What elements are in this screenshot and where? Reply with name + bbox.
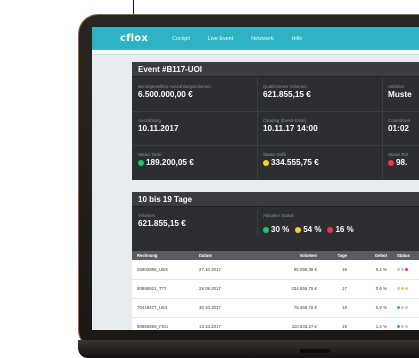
green-status-dot-icon [263,226,269,233]
green-status-dot-icon [138,159,144,166]
cell-datum: 30.10.2017 [194,298,254,318]
background-line [133,0,134,14]
field-value: 10.11.2017 [138,124,179,133]
red-status-dot-icon [388,159,394,166]
status-distribution: 30 % 54 % 16 % [263,219,354,237]
field-value: 334.555,75 € [271,158,319,167]
field-value: 189.200,05 € [146,158,194,167]
field-value: 01:02 [388,124,409,133]
status-dot-icon [405,287,408,290]
table-header-row: Rechnung Datum Volumen Tage Gebot Status [132,251,419,260]
cell-rechnung: 00803856_UBX [132,260,194,280]
laptop-notch [300,349,330,353]
cell-gebot: 0,6 % [352,279,392,299]
column-divider [257,77,258,180]
cell-datum: 29.09.2017 [194,279,254,299]
countdown-field: Countdown 01:02 [388,118,410,134]
status-dot-icon [397,306,400,309]
field-value: Muste [388,90,412,99]
event-card-title: Event #B117-UOI [132,62,419,77]
cell-volumen: 78.366,78 € [254,298,322,318]
field-value: 98. [396,158,408,167]
status-dot-icon [397,267,400,271]
qualifiziertes-volumen-field: Qualifiziertes Volumen 621.855,15 € [263,84,311,100]
column-divider [257,207,258,236]
cell-datum: 27.10.2017 [194,260,254,280]
cell-volumen: 110.833,27 € [254,317,322,330]
yellow-status-dot-icon [263,159,269,166]
anbieter-field: Anbieter Muste [388,84,412,100]
table-row[interactable]: 00803856_UBX 27.10.2017 98.099,35 € 16 0… [132,260,419,280]
status-dot-icon [405,267,408,271]
cell-rechnung: 80990621_T77 [132,279,194,299]
column-header-datum[interactable]: Datum [194,251,254,260]
column-header-tage[interactable]: Tage [322,251,352,260]
status-gruen-field: Status Grün 189.200,05 € [138,152,194,168]
status-dot-icon [401,325,404,328]
table-row[interactable]: 80990621_T77 29.09.2017 334.555,75 € 17 … [132,279,419,299]
status-dot-icon [397,325,400,328]
field-value: 621.855,15 € [263,90,311,99]
cell-volumen: 98.099,35 € [254,260,322,280]
status-percent: 30 % [271,225,290,234]
column-header-status[interactable]: Status [392,251,419,260]
status-dot-icon [405,306,408,309]
laptop-base [78,340,419,358]
cell-status [392,317,419,330]
cell-status [392,260,419,280]
field-value: 621.855,15 € [138,219,186,228]
column-header-volumen[interactable]: Volumen [254,251,322,260]
column-header-rechnung[interactable]: Rechnung [132,251,194,260]
cell-tage: 17 [322,279,352,299]
cell-rechnung: 90866569_FDU [132,317,194,330]
status-dot-icon [397,287,400,290]
cell-gebot: 0,1 % [352,260,392,280]
sub-header-strip [92,50,419,55]
status-percent: 16 % [335,225,354,234]
cell-tage: 16 [322,260,352,280]
cell-tage: 18 [322,298,352,318]
status-dot-icon [401,267,404,271]
app-logo[interactable]: cflox [120,33,172,44]
cell-tage: 19 [322,317,352,330]
cell-volumen: 334.555,75 € [254,279,322,299]
auszahlung-field: Auszahlung 10.11.2017 [138,118,179,134]
table-row[interactable]: 70418477_UE4 30.10.2017 78.366,78 € 18 0… [132,298,419,318]
cell-status [392,279,419,299]
cell-rechnung: 70418477_UE4 [132,298,194,318]
top-navbar: cflox Cockpit Live Event Netzwerk Hilfe [92,27,419,50]
red-status-dot-icon [327,226,334,233]
status-dot-icon [401,306,404,309]
field-value: 10.11.17 14:00 [263,124,318,133]
status-rot-field: Status Rot 98. [388,152,409,168]
nav-item-hilfe[interactable]: Hilfe [292,36,303,42]
cell-gebot: 1,4 % [352,317,392,330]
volumen-field: Volumen 621.855,15 € [138,213,186,229]
status-gelb-field: Status Gelb 334.555,75 € [263,152,319,168]
status-percent: 54 % [303,225,322,234]
event-card: Event #B117-UOI Bereitgestelltes Auszahl… [132,62,419,180]
cell-status [392,298,419,318]
app-screen: cflox Cockpit Live Event Netzwerk Hilfe … [92,27,419,330]
status-dot-icon [401,287,404,290]
status-dot-icon [405,325,408,328]
column-divider [382,77,383,180]
row-divider [132,111,419,112]
cell-gebot: 0,9 % [352,298,392,318]
nav-item-netzwerk[interactable]: Netzwerk [251,36,273,42]
auszahlungsvolumen-field: Bereitgestelltes Auszahlungsvolumen 6.50… [138,84,211,100]
range-card-title: 10 bis 19 Tage [132,192,419,207]
row-divider [132,145,419,146]
nav-item-cockpit[interactable]: Cockpit [172,36,190,42]
cell-datum: 13.10.2017 [194,317,254,330]
range-card: 10 bis 19 Tage Volumen 621.855,15 € Aktu… [132,192,419,330]
aktueller-status-field: Aktueller Status 30 % 54 % 16 % [263,213,354,237]
clearing-field: Clearing (Event-Ende) 10.11.17 14:00 [263,118,318,134]
yellow-status-dot-icon [295,226,302,233]
column-header-gebot[interactable]: Gebot [352,251,392,260]
field-value: 6.500.000,00 € [138,90,193,99]
nav-item-live-event[interactable]: Live Event [208,36,233,42]
invoice-table: Rechnung Datum Volumen Tage Gebot Status… [132,251,419,330]
table-row[interactable]: 90866569_FDU 13.10.2017 110.833,27 € 19 … [132,317,419,330]
